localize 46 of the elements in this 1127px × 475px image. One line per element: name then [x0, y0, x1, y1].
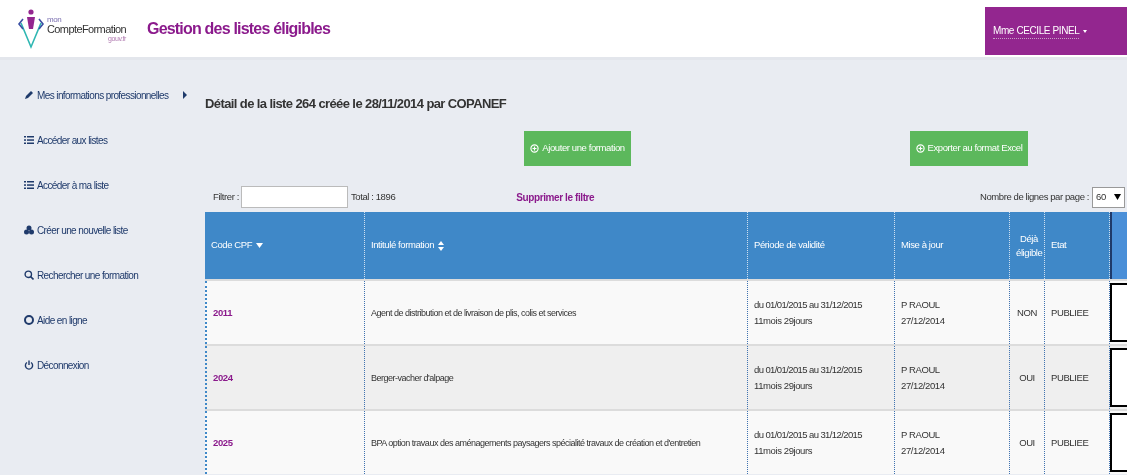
cluster-icon: [24, 225, 34, 235]
table-cell: du 01/01/2015 au 31/12/2015 11mois 29jours: [748, 411, 895, 474]
column-header[interactable]: Etat: [1045, 212, 1110, 279]
rows-per-page-select[interactable]: 60: [1092, 186, 1125, 208]
column-header[interactable]: Déjà éligible: [1010, 212, 1045, 279]
sidebar-item[interactable]: Déconnexion: [24, 358, 195, 372]
sidebar-item[interactable]: Créer une nouvelle liste: [24, 223, 195, 237]
page-title: Détail de la liste 264 créée le 28/11/2014 par COPANEF: [205, 95, 508, 112]
sidebar-item[interactable]: Aide en ligne: [24, 313, 195, 327]
table-cell: OUI: [1010, 411, 1045, 474]
list-icon: [24, 180, 34, 190]
table-cell[interactable]: 2025: [205, 411, 365, 474]
sidebar-item[interactable]: Mes informations professionnelles: [24, 88, 195, 102]
column-header[interactable]: Code CPF: [205, 212, 365, 279]
filter-label: Filtrer :: [213, 189, 239, 204]
app-title: Gestion des listes éligibles: [147, 18, 330, 39]
power-icon: [24, 360, 34, 370]
plus-circle-icon: [915, 144, 925, 153]
search-icon: [24, 270, 34, 280]
table-cell: BPA option travaux des aménagements paysagers spécialité travaux de création et d'entretien: [365, 411, 748, 474]
logo-icon: [17, 6, 45, 51]
column-header[interactable]: Mise à jour: [895, 212, 1010, 279]
table-cell: P RAOUL 27/12/2014: [895, 411, 1010, 474]
lifebuoy-icon: [24, 315, 34, 325]
filter-field[interactable]: [240, 186, 348, 208]
table-cell: [1110, 348, 1127, 407]
clear-filter-link[interactable]: Supprimer le filtre: [516, 189, 595, 205]
sidebar-item[interactable]: Accéder à ma liste: [24, 178, 195, 192]
sidebar-item[interactable]: Rechercher une formation: [24, 268, 195, 282]
rows-per-page-label: Nombre de lignes par page :: [979, 189, 1089, 204]
caret-right-icon: [183, 91, 188, 99]
user-menu[interactable]: Mme CECILE PINEL: [985, 7, 1127, 55]
column-header[interactable]: Période de validité: [748, 212, 895, 279]
sort-icon: [438, 240, 445, 251]
pencil-icon: [24, 90, 34, 100]
logo-small-text: mon: [47, 15, 63, 24]
plus-circle-icon: [530, 144, 540, 153]
caret-down-icon: [256, 243, 264, 248]
logo-name: CompteFormation: [47, 23, 127, 35]
caret-down-icon: [1114, 194, 1121, 200]
column-header[interactable]: Intitulé formation: [365, 212, 748, 279]
total-count: Total : 1896: [350, 189, 396, 204]
column-header: [1110, 212, 1127, 279]
sidebar-item[interactable]: Accéder aux listes: [24, 133, 195, 147]
list-icon: [24, 135, 34, 145]
caret-down-icon: [1083, 29, 1088, 33]
